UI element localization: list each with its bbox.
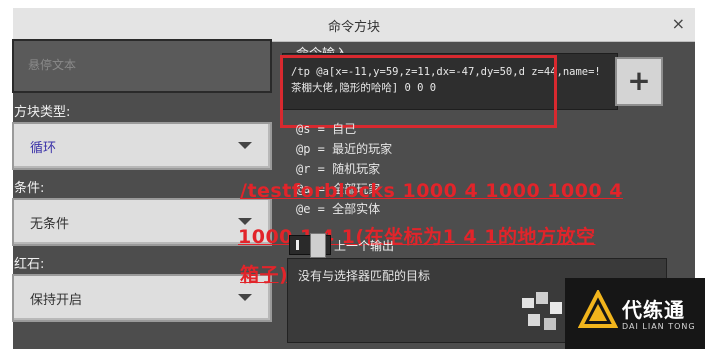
previous-output-toggle[interactable]	[289, 233, 331, 258]
help-line-random: @r = 随机玩家	[296, 162, 381, 176]
condition-value: 无条件	[30, 217, 70, 232]
redstone-label: 红石:	[14, 257, 45, 272]
block-type-value: 循环	[30, 141, 57, 156]
help-line-self: @s = 自己	[296, 122, 357, 136]
close-icon[interactable]: ×	[672, 14, 685, 33]
annotation-line-1: /testforblocks 1000 4 1000 1000 4	[240, 180, 624, 202]
hover-text-input[interactable]: 悬停文本	[12, 39, 272, 93]
mosaic-decoration-icon	[522, 292, 562, 330]
condition-dropdown[interactable]: 无条件	[12, 198, 272, 246]
toggle-bar-icon	[296, 240, 299, 250]
hover-text-placeholder: 悬停文本	[28, 58, 77, 72]
chevron-down-icon	[238, 294, 252, 301]
previous-output-label: 上一个输出	[334, 239, 395, 253]
watermark-subtitle: DAI LIAN TONG	[622, 322, 696, 331]
help-line-all-entities: @e = 全部实体	[296, 202, 381, 216]
redstone-value: 保持开启	[30, 293, 83, 308]
window-title: 命令方块	[327, 20, 380, 35]
previous-output-text: 没有与选择器匹配的目标	[298, 269, 431, 283]
toggle-knob	[310, 233, 326, 258]
condition-label: 条件:	[14, 181, 45, 196]
block-type-label: 方块类型:	[14, 105, 71, 120]
title-bar: 命令方块 ×	[13, 8, 695, 42]
help-line-nearest: @p = 最近的玩家	[296, 142, 393, 156]
plus-icon: +	[627, 64, 651, 97]
annotation-highlight-box	[280, 55, 557, 128]
redstone-dropdown[interactable]: 保持开启	[12, 274, 272, 322]
watermark-title: 代练通	[622, 298, 685, 322]
add-button[interactable]: +	[615, 57, 663, 106]
dailiantong-logo-icon	[578, 290, 618, 328]
chevron-down-icon	[238, 142, 252, 149]
block-type-dropdown[interactable]: 循环	[12, 122, 272, 170]
annotation-line-3: 箱子)	[240, 264, 289, 286]
